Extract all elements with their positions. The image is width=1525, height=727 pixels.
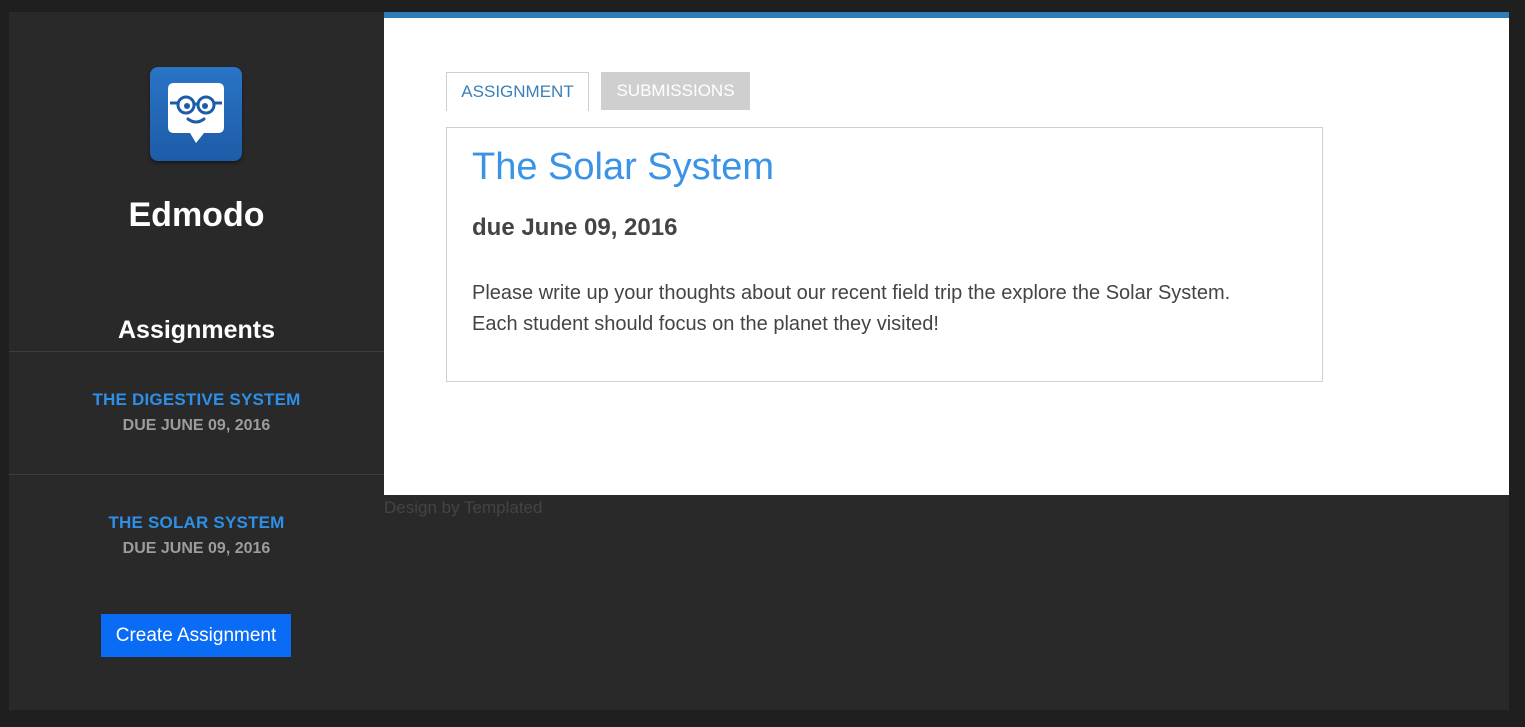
assignments-heading: Assignments — [118, 316, 275, 344]
assignment-panel: ASSIGNMENT SUBMISSIONS The Solar System … — [384, 12, 1509, 495]
assignment-due-date: DUE JUNE 09, 2016 — [122, 540, 271, 557]
sidebar-assignment-digestive-system[interactable]: THE DIGESTIVE SYSTEM DUE JUNE 09, 2016 — [9, 390, 384, 435]
divider — [9, 351, 384, 352]
assignment-title: The Solar System — [472, 146, 774, 188]
assignment-title[interactable]: THE DIGESTIVE SYSTEM — [9, 390, 384, 410]
sidebar: Edmodo Assignments THE DIGESTIVE SYSTEM … — [9, 12, 384, 710]
edmodo-logo-icon[interactable] — [150, 67, 242, 161]
assignment-due-date: due June 09, 2016 — [472, 214, 678, 241]
brand-name: Edmodo — [128, 196, 265, 234]
tab-submissions[interactable]: SUBMISSIONS — [601, 72, 750, 110]
footer-credit[interactable]: Design by Templated — [384, 498, 542, 518]
tab-assignment[interactable]: ASSIGNMENT — [446, 72, 589, 111]
app-frame: Edmodo Assignments THE DIGESTIVE SYSTEM … — [9, 12, 1509, 710]
divider — [9, 474, 384, 475]
create-assignment-button[interactable]: Create Assignment — [101, 614, 291, 657]
assignment-due-date: DUE JUNE 09, 2016 — [122, 417, 271, 434]
assignment-card: The Solar System due June 09, 2016 Pleas… — [446, 127, 1323, 382]
assignment-title[interactable]: THE SOLAR SYSTEM — [9, 513, 384, 533]
sidebar-assignment-solar-system[interactable]: THE SOLAR SYSTEM DUE JUNE 09, 2016 — [9, 513, 384, 558]
assignment-description: Please write up your thoughts about our … — [472, 282, 1231, 335]
